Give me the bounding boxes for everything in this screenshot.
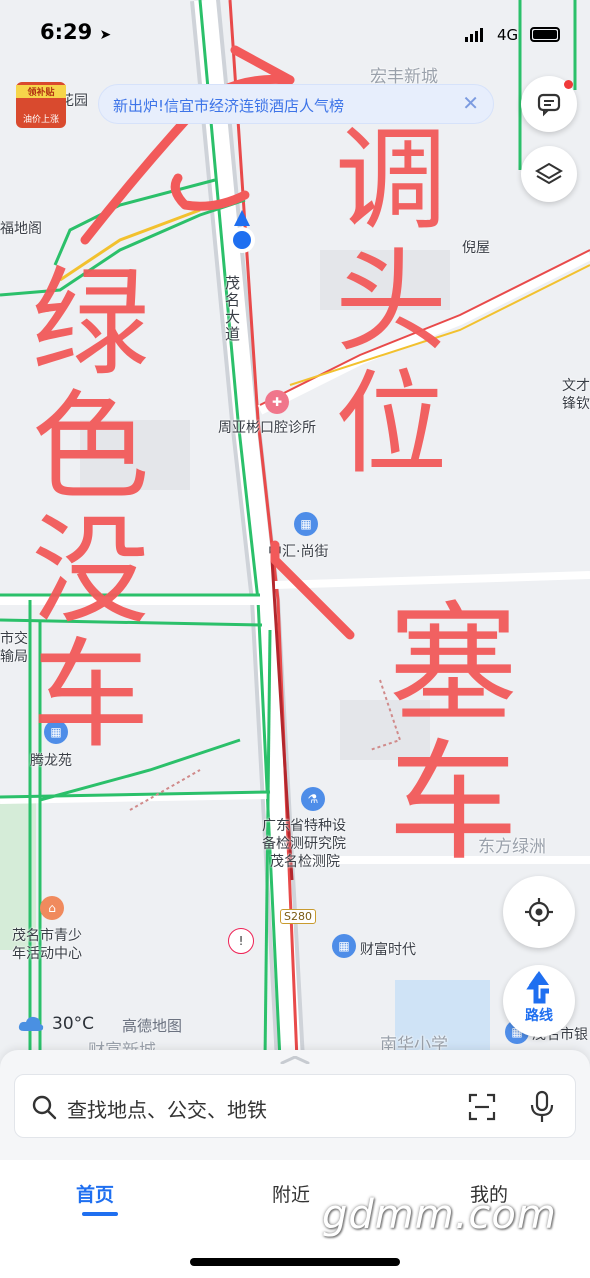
tab-home[interactable]: 首页 [76,1180,114,1207]
annotation-green-text: 绿色没车 [11,260,149,756]
label-clinic[interactable]: 周亚彬口腔诊所 [218,417,316,437]
chevron-up-icon[interactable] [280,1056,310,1064]
promo-bottom-label: 油价上涨 [22,115,59,125]
label-inspection2[interactable]: 备检测研究院 [262,833,346,853]
crosshair-icon [525,898,553,926]
signal-icon [465,28,483,42]
message-button[interactable] [521,76,577,132]
home-indicator[interactable] [190,1258,400,1266]
close-icon[interactable]: ✕ [462,91,479,115]
cloud-icon [18,1016,44,1031]
brand-logo-text: 高德地图 [122,1017,183,1035]
label-wenfeng[interactable]: 文才 [562,375,590,395]
route-label: 路线 [525,1008,553,1024]
highway-shield: S280 [280,909,316,924]
layers-button[interactable] [521,146,577,202]
chat-icon [537,93,561,117]
museum-pin-icon[interactable]: ⌂ [40,896,64,920]
annotation-jam-text: 塞车 [366,595,518,871]
location-arrow-icon: ➤ [99,27,112,43]
clinic-pin-icon[interactable]: ✚ [265,390,289,414]
status-time: 6:29 ➤ [40,20,112,44]
building-pin-icon[interactable]: ▦ [294,512,318,536]
label-caifu[interactable]: 财富时代 [360,939,416,959]
network-type: 4G [497,26,519,44]
tab-nearby[interactable]: 附近 [272,1180,310,1207]
promo-badge[interactable]: 领补贴 油价上涨 [16,82,66,128]
office-pin-icon[interactable]: ▦ [332,934,356,958]
search-icon [32,1095,57,1120]
label-youth2[interactable]: 年活动中心 [12,943,82,963]
active-tab-indicator [82,1212,118,1216]
battery-icon [530,27,560,42]
temperature: 30°C [52,1014,95,1034]
notice-text: 新出炉!信宜市经济连锁酒店人气榜 [113,97,345,115]
notice-banner[interactable]: 新出炉!信宜市经济连锁酒店人气榜 ✕ [98,84,494,124]
weather-widget[interactable]: 30°C [18,1014,94,1034]
label-inspection3[interactable]: 茂名检测院 [270,851,340,871]
microphone-icon[interactable] [529,1090,555,1124]
notification-dot [564,80,573,89]
road-name-label: 茂名大道 [223,275,241,343]
annotation-uturn-text: 调头位 [316,120,446,486]
search-placeholder: 查找地点、公交、地铁 [67,1098,267,1122]
lab-pin-icon[interactable]: ⚗ [301,787,325,811]
label-dianai[interactable]: 福地阁 [0,218,42,238]
search-bar[interactable]: 查找地点、公交、地铁 [14,1074,576,1138]
label-zhonghui[interactable]: 中汇·尚街 [268,541,328,561]
status-bar: 6:29 ➤ 4G [0,0,590,70]
watermark: gdmm.com [322,1192,557,1238]
layers-icon [535,162,563,185]
label-youth1[interactable]: 茂名市青少 [12,925,82,945]
label-wenfeng2[interactable]: 锋钦 [562,393,590,413]
route-button[interactable]: 路线 [503,965,575,1037]
scan-icon[interactable] [467,1092,497,1122]
warning-pin-icon[interactable]: ! [228,928,254,954]
promo-top-label: 领补贴 [16,85,66,98]
label-inspection1[interactable]: 广东省特种设 [262,815,346,835]
locate-button[interactable] [503,876,575,948]
route-arrow-icon [526,971,549,1004]
